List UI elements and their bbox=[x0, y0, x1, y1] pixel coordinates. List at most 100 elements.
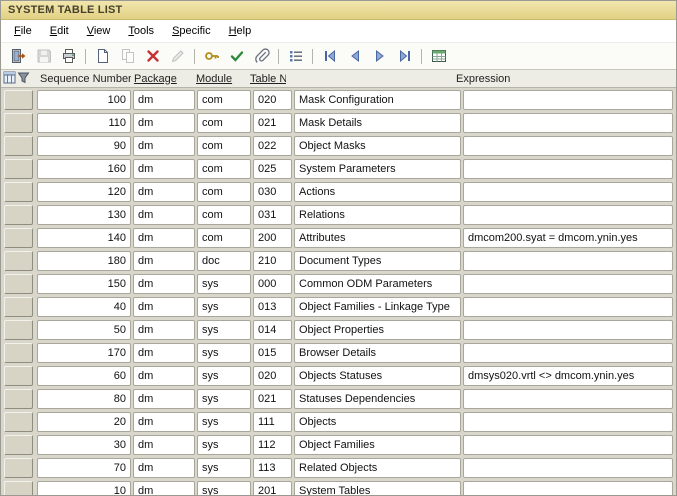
menu-edit[interactable]: Edit bbox=[41, 22, 78, 40]
cell-module[interactable]: com bbox=[197, 136, 251, 156]
row-selector[interactable] bbox=[4, 458, 33, 478]
row-selector[interactable] bbox=[4, 366, 33, 386]
row-selector[interactable] bbox=[4, 412, 33, 432]
row-selector[interactable] bbox=[4, 159, 33, 179]
cell-sequence-number[interactable]: 160 bbox=[37, 159, 131, 179]
menu-help[interactable]: Help bbox=[220, 22, 261, 40]
cell-sequence-number[interactable]: 170 bbox=[37, 343, 131, 363]
cell-package[interactable]: dm bbox=[133, 113, 195, 133]
cell-expression[interactable] bbox=[463, 136, 673, 156]
cell-expression[interactable] bbox=[463, 343, 673, 363]
cell-table-number[interactable]: 201 bbox=[253, 481, 292, 496]
cell-sequence-number[interactable]: 150 bbox=[37, 274, 131, 294]
column-header-sequence-number[interactable]: Sequence Number bbox=[37, 73, 131, 85]
cell-package[interactable]: dm bbox=[133, 435, 195, 455]
cell-package[interactable]: dm bbox=[133, 481, 195, 496]
cell-table-name[interactable]: Relations bbox=[294, 205, 461, 225]
cell-expression[interactable] bbox=[463, 182, 673, 202]
row-selector[interactable] bbox=[4, 389, 33, 409]
cell-expression[interactable] bbox=[463, 458, 673, 478]
cell-table-name[interactable]: Object Properties bbox=[294, 320, 461, 340]
cell-module[interactable]: com bbox=[197, 159, 251, 179]
filter-icon[interactable] bbox=[17, 71, 30, 87]
cell-sequence-number[interactable]: 70 bbox=[37, 458, 131, 478]
cell-table-name[interactable]: Document Types bbox=[294, 251, 461, 271]
attach-button[interactable] bbox=[249, 45, 274, 68]
cell-sequence-number[interactable]: 110 bbox=[37, 113, 131, 133]
cell-module[interactable]: sys bbox=[197, 366, 251, 386]
approve-button[interactable] bbox=[224, 45, 249, 68]
table-button[interactable] bbox=[426, 45, 451, 68]
cell-table-number[interactable]: 013 bbox=[253, 297, 292, 317]
cell-table-number[interactable]: 210 bbox=[253, 251, 292, 271]
menu-file[interactable]: File bbox=[5, 22, 41, 40]
cell-sequence-number[interactable]: 60 bbox=[37, 366, 131, 386]
cell-sequence-number[interactable]: 50 bbox=[37, 320, 131, 340]
cell-table-name[interactable]: Objects bbox=[294, 412, 461, 432]
row-selector[interactable] bbox=[4, 90, 33, 110]
nav-prev-button[interactable] bbox=[342, 45, 367, 68]
column-header-package[interactable]: Package bbox=[131, 73, 193, 85]
cell-expression[interactable] bbox=[463, 159, 673, 179]
cell-module[interactable]: sys bbox=[197, 274, 251, 294]
cell-module[interactable]: doc bbox=[197, 251, 251, 271]
cell-table-number[interactable]: 000 bbox=[253, 274, 292, 294]
cell-module[interactable]: com bbox=[197, 228, 251, 248]
cell-expression[interactable] bbox=[463, 435, 673, 455]
column-header-expression[interactable]: Expression bbox=[453, 73, 676, 85]
cell-module[interactable]: com bbox=[197, 113, 251, 133]
cell-table-number[interactable]: 020 bbox=[253, 90, 292, 110]
cell-module[interactable]: com bbox=[197, 205, 251, 225]
cell-table-number[interactable]: 111 bbox=[253, 412, 292, 432]
cell-expression[interactable] bbox=[463, 412, 673, 432]
cell-table-number[interactable]: 020 bbox=[253, 366, 292, 386]
cell-expression[interactable]: dmcom200.syat = dmcom.ynin.yes bbox=[463, 228, 673, 248]
cell-module[interactable]: sys bbox=[197, 389, 251, 409]
cell-table-name[interactable]: Object Families bbox=[294, 435, 461, 455]
row-selector[interactable] bbox=[4, 435, 33, 455]
cell-table-name[interactable]: Actions bbox=[294, 182, 461, 202]
cell-package[interactable]: dm bbox=[133, 458, 195, 478]
cell-expression[interactable] bbox=[463, 113, 673, 133]
cell-package[interactable]: dm bbox=[133, 320, 195, 340]
cell-module[interactable]: com bbox=[197, 90, 251, 110]
cell-package[interactable]: dm bbox=[133, 343, 195, 363]
cell-table-number[interactable]: 112 bbox=[253, 435, 292, 455]
delete-button[interactable] bbox=[140, 45, 165, 68]
cell-sequence-number[interactable]: 80 bbox=[37, 389, 131, 409]
row-selector[interactable] bbox=[4, 343, 33, 363]
row-selector[interactable] bbox=[4, 274, 33, 294]
cell-sequence-number[interactable]: 10 bbox=[37, 481, 131, 496]
column-header-module[interactable]: Module bbox=[193, 73, 247, 85]
cell-expression[interactable] bbox=[463, 320, 673, 340]
cell-package[interactable]: dm bbox=[133, 251, 195, 271]
cell-package[interactable]: dm bbox=[133, 90, 195, 110]
row-selector[interactable] bbox=[4, 136, 33, 156]
cell-module[interactable]: sys bbox=[197, 320, 251, 340]
row-selector[interactable] bbox=[4, 481, 33, 496]
cell-table-number[interactable]: 014 bbox=[253, 320, 292, 340]
cell-module[interactable]: sys bbox=[197, 297, 251, 317]
cell-table-name[interactable]: Common ODM Parameters bbox=[294, 274, 461, 294]
cell-expression[interactable] bbox=[463, 251, 673, 271]
cell-module[interactable]: sys bbox=[197, 458, 251, 478]
row-selector[interactable] bbox=[4, 228, 33, 248]
row-selector[interactable] bbox=[4, 297, 33, 317]
cell-table-number[interactable]: 021 bbox=[253, 113, 292, 133]
list-button[interactable] bbox=[283, 45, 308, 68]
cell-table-name[interactable]: Objects Statuses bbox=[294, 366, 461, 386]
cell-module[interactable]: sys bbox=[197, 412, 251, 432]
row-selector[interactable] bbox=[4, 113, 33, 133]
cell-sequence-number[interactable]: 40 bbox=[37, 297, 131, 317]
cell-package[interactable]: dm bbox=[133, 159, 195, 179]
cell-package[interactable]: dm bbox=[133, 205, 195, 225]
cell-table-number[interactable]: 025 bbox=[253, 159, 292, 179]
cell-sequence-number[interactable]: 140 bbox=[37, 228, 131, 248]
cell-sequence-number[interactable]: 90 bbox=[37, 136, 131, 156]
cell-table-name[interactable]: Mask Details bbox=[294, 113, 461, 133]
cell-expression[interactable] bbox=[463, 274, 673, 294]
new-button[interactable] bbox=[90, 45, 115, 68]
cell-table-number[interactable]: 021 bbox=[253, 389, 292, 409]
cell-expression[interactable] bbox=[463, 389, 673, 409]
key-button[interactable] bbox=[199, 45, 224, 68]
